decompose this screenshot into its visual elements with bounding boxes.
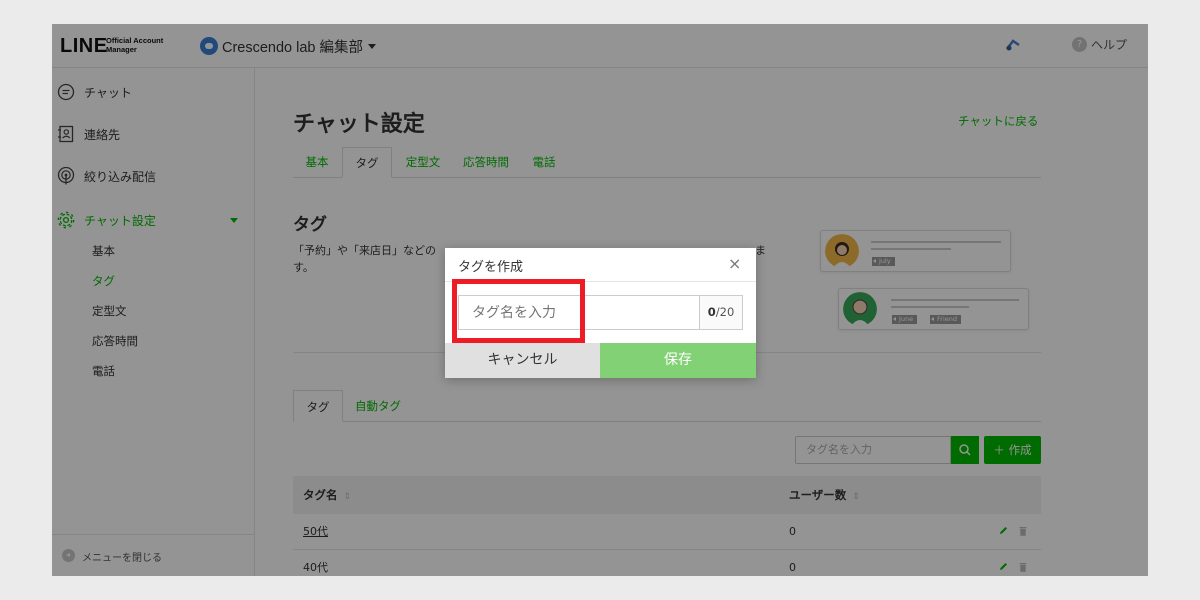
counter-max: /20 bbox=[715, 305, 735, 319]
save-button[interactable]: 保存 bbox=[600, 343, 756, 378]
highlight-box bbox=[452, 279, 585, 343]
app-window: LINE Official Account Manager Crescendo … bbox=[52, 24, 1148, 576]
character-counter: 0/20 bbox=[699, 295, 743, 330]
close-icon[interactable]: × bbox=[728, 254, 741, 273]
dialog-title: タグを作成 bbox=[458, 260, 524, 275]
cancel-button[interactable]: キャンセル bbox=[445, 343, 600, 378]
counter-current: 0 bbox=[707, 305, 716, 319]
